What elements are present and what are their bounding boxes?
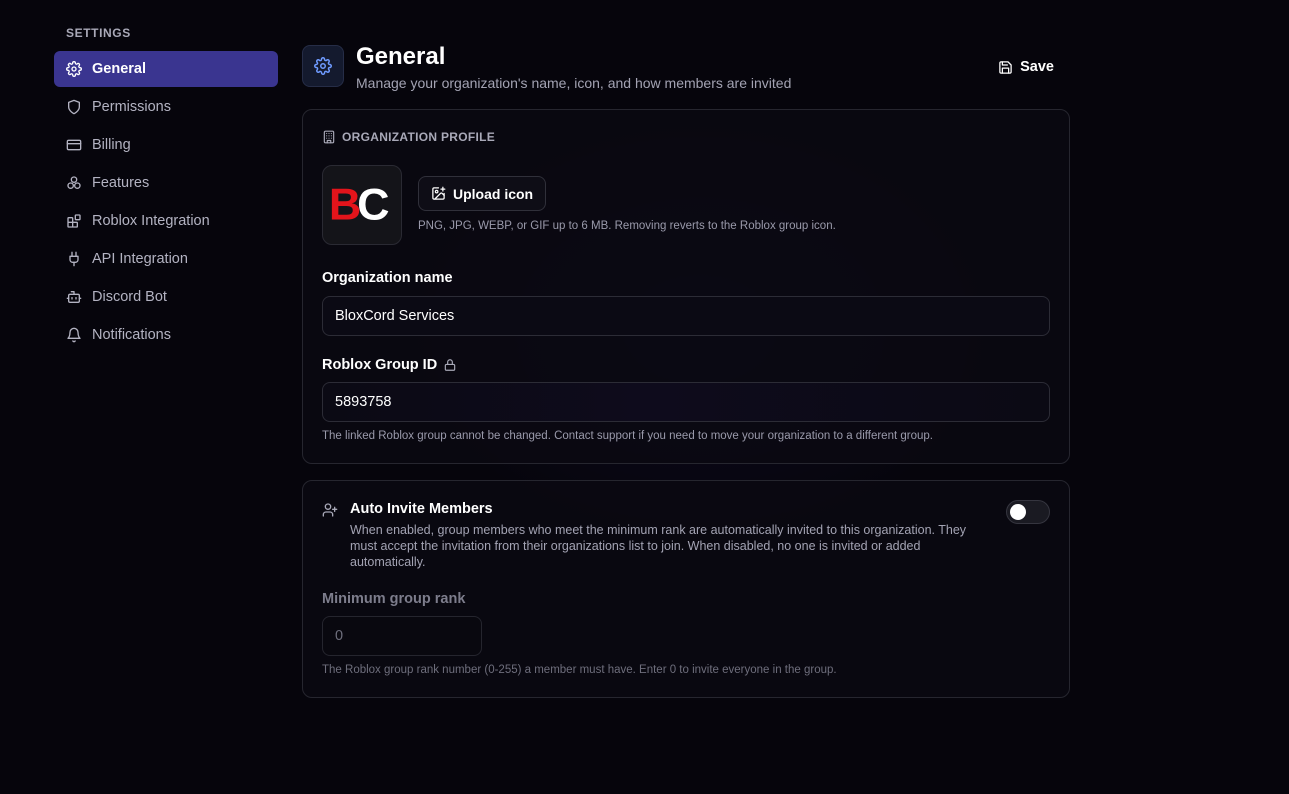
minimum-rank-label: Minimum group rank bbox=[322, 591, 466, 607]
gear-icon bbox=[66, 61, 82, 77]
bc-logo: B C bbox=[329, 179, 393, 230]
user-plus-icon bbox=[322, 502, 338, 518]
plug-icon bbox=[66, 251, 82, 267]
sidebar-item-label: Notifications bbox=[92, 327, 171, 343]
auto-invite-card: Auto Invite Members When enabled, group … bbox=[302, 480, 1070, 698]
auto-invite-toggle[interactable] bbox=[1006, 500, 1050, 524]
page-title: General bbox=[356, 43, 446, 70]
sidebar-item-label: Discord Bot bbox=[92, 289, 167, 305]
save-button[interactable]: Save bbox=[988, 54, 1064, 80]
minimum-rank-hint: The Roblox group rank number (0-255) a m… bbox=[322, 664, 837, 676]
page-header: General Manage your organization's name,… bbox=[302, 43, 1070, 95]
roblox-group-id-label: Roblox Group ID bbox=[322, 357, 457, 373]
roblox-group-id-label-text: Roblox Group ID bbox=[322, 357, 438, 373]
credit-card-icon bbox=[66, 137, 82, 153]
section-title-label: ORGANIZATION PROFILE bbox=[342, 130, 496, 144]
organization-profile-card: ORGANIZATION PROFILE B C Upload icon PNG… bbox=[302, 109, 1070, 464]
sidebar-heading: SETTINGS bbox=[66, 26, 131, 40]
minimum-rank-input: 0 bbox=[322, 616, 482, 656]
toggle-knob bbox=[1010, 504, 1026, 520]
sidebar-item-label: General bbox=[92, 61, 146, 77]
sidebar-item-roblox-integration[interactable]: Roblox Integration bbox=[54, 203, 278, 239]
sidebar-item-label: Features bbox=[92, 175, 150, 191]
sidebar-item-label: API Integration bbox=[92, 251, 188, 267]
blocks-icon bbox=[66, 213, 82, 229]
auto-invite-description: When enabled, group members who meet the… bbox=[350, 523, 967, 569]
bot-icon bbox=[66, 289, 82, 305]
roblox-group-id-input: 5893758 bbox=[322, 382, 1050, 422]
organization-name-input[interactable]: BloxCord Services bbox=[322, 296, 1050, 336]
page-subtitle: Manage your organization's name, icon, a… bbox=[356, 75, 792, 91]
lock-icon bbox=[443, 358, 457, 372]
sidebar-item-label: Roblox Integration bbox=[92, 213, 210, 229]
sidebar-item-api-integration[interactable]: API Integration bbox=[54, 241, 278, 277]
sidebar-item-features[interactable]: Features bbox=[54, 165, 278, 201]
image-plus-icon bbox=[431, 186, 446, 201]
shield-icon bbox=[66, 99, 82, 115]
upload-label: Upload icon bbox=[453, 185, 534, 202]
minimum-rank-value: 0 bbox=[335, 628, 344, 644]
section-title: ORGANIZATION PROFILE bbox=[322, 130, 495, 144]
roblox-group-id-value: 5893758 bbox=[335, 394, 392, 410]
sidebar-item-permissions[interactable]: Permissions bbox=[54, 89, 278, 125]
bell-icon bbox=[66, 327, 82, 343]
logo-letter-b: B bbox=[329, 179, 360, 230]
sidebar-item-notifications[interactable]: Notifications bbox=[54, 317, 278, 353]
organization-name-value: BloxCord Services bbox=[335, 308, 455, 324]
organization-name-label-text: Organization name bbox=[322, 270, 453, 286]
sidebar-item-general[interactable]: General bbox=[54, 51, 278, 87]
boxes-icon bbox=[66, 175, 82, 191]
organization-logo: B C bbox=[322, 165, 402, 245]
building-icon bbox=[322, 130, 336, 144]
sidebar-nav: General Permissions Billing Features Rob… bbox=[54, 51, 278, 353]
organization-name-label: Organization name bbox=[322, 270, 453, 286]
group-id-hint: The linked Roblox group cannot be change… bbox=[322, 430, 933, 442]
upload-hint: PNG, JPG, WEBP, or GIF up to 6 MB. Remov… bbox=[418, 220, 836, 232]
settings-sidebar: SETTINGS General Permissions Billing Fea… bbox=[54, 24, 278, 355]
sidebar-item-discord-bot[interactable]: Discord Bot bbox=[54, 279, 278, 315]
sidebar-item-label: Permissions bbox=[92, 99, 171, 115]
sidebar-item-billing[interactable]: Billing bbox=[54, 127, 278, 163]
gear-icon bbox=[302, 45, 344, 87]
logo-letter-c: C bbox=[357, 179, 389, 230]
save-icon bbox=[998, 60, 1013, 75]
auto-invite-title: Auto Invite Members bbox=[350, 501, 493, 517]
save-label: Save bbox=[1020, 59, 1054, 75]
upload-icon-button[interactable]: Upload icon bbox=[418, 176, 547, 211]
sidebar-item-label: Billing bbox=[92, 137, 131, 153]
settings-page: SETTINGS General Permissions Billing Fea… bbox=[0, 0, 1289, 794]
